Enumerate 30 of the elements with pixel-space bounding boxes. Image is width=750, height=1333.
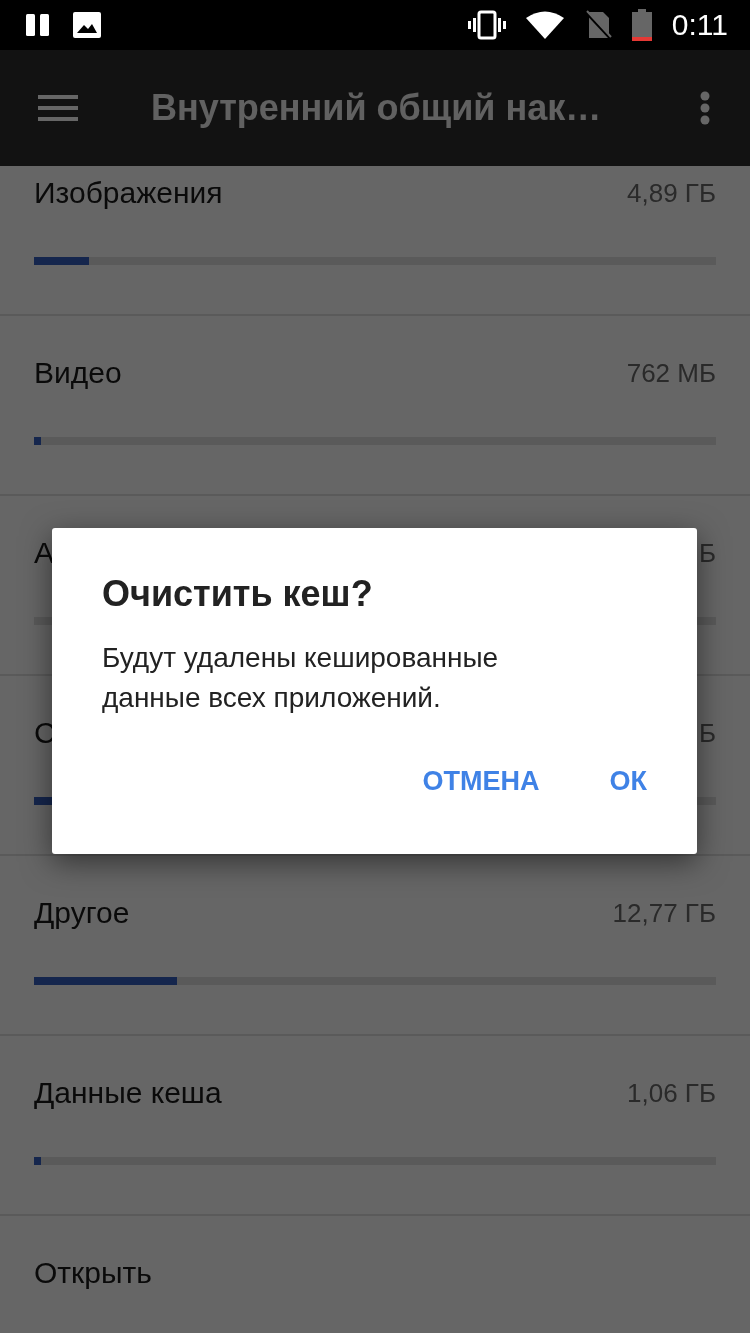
vibrate-icon bbox=[467, 10, 506, 40]
size-value: Б bbox=[698, 537, 716, 570]
pause-icon bbox=[25, 13, 51, 37]
no-sim-icon bbox=[583, 10, 612, 40]
category-label: Видео bbox=[34, 355, 122, 391]
category-label: А bbox=[34, 535, 54, 571]
menu-icon[interactable] bbox=[38, 95, 78, 121]
storage-item[interactable]: Данные кеша 1,06 ГБ bbox=[0, 1036, 750, 1216]
dialog-message: Будут удалены кешированные данные всех приложений. bbox=[102, 641, 500, 715]
storage-item[interactable]: Видео 762 МБ bbox=[0, 316, 750, 496]
dialog-title: Очистить кеш? bbox=[102, 572, 374, 616]
wifi-icon bbox=[525, 11, 564, 39]
size-value: 762 МБ bbox=[626, 357, 716, 390]
dialog-button[interactable]: ОТМЕНА bbox=[402, 752, 560, 811]
category-label: Другое bbox=[34, 895, 130, 931]
storage-item[interactable]: Другое 12,77 ГБ bbox=[0, 856, 750, 1036]
dialog-button[interactable]: ОК bbox=[589, 752, 667, 811]
category-label: Изображения bbox=[34, 175, 223, 211]
size-value: 12,77 ГБ bbox=[612, 897, 716, 930]
category-label: Данные кеша bbox=[34, 1075, 222, 1111]
battery-icon bbox=[631, 9, 652, 41]
size-value: Б bbox=[698, 717, 716, 750]
image-icon bbox=[73, 12, 101, 38]
more-options-icon[interactable] bbox=[700, 91, 710, 125]
clock: 0:11 bbox=[671, 8, 728, 42]
action-label: Открыть bbox=[34, 1255, 152, 1291]
size-value: 1,06 ГБ bbox=[627, 1077, 716, 1110]
size-value: 4,89 ГБ bbox=[627, 177, 716, 210]
storage-item[interactable]: Открыть bbox=[0, 1216, 750, 1333]
toolbar-title: Внутренний общий нак… bbox=[151, 87, 603, 129]
